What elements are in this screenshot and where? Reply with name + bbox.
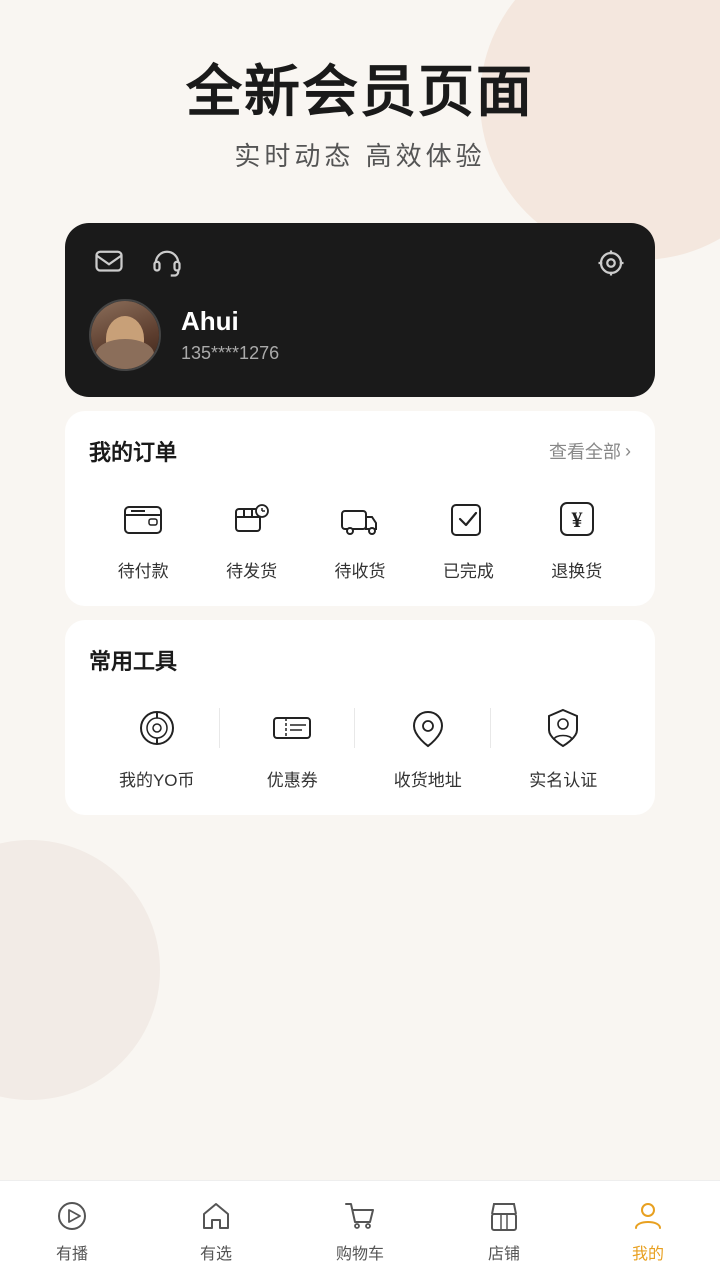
order-item-pending-ship[interactable]: 待发货 <box>207 491 297 582</box>
shield-user-icon-box <box>535 700 591 756</box>
tool-label-address: 收货地址 <box>394 766 462 791</box>
cart-icon <box>342 1198 378 1234</box>
location-icon-box <box>400 700 456 756</box>
order-icons-row: 待付款 待发货 <box>89 491 631 582</box>
profile-info: Ahui 135****1276 <box>89 299 631 371</box>
order-label-return: 退换货 <box>551 557 602 582</box>
nav-label-youxuan: 有选 <box>200 1240 232 1264</box>
order-item-return[interactable]: ¥ 退换货 <box>532 491 622 582</box>
tool-item-address[interactable]: 收货地址 <box>383 700 473 791</box>
tools-icons-row: 我的YO币 优惠券 <box>89 700 631 791</box>
wallet-icon-box <box>115 491 171 547</box>
nav-item-youxuan[interactable]: 有选 <box>166 1198 266 1264</box>
tool-label-verification: 实名认证 <box>529 766 597 791</box>
order-item-completed[interactable]: 已完成 <box>423 491 513 582</box>
nav-item-mine[interactable]: 我的 <box>598 1198 698 1264</box>
box-clock-icon-box <box>224 491 280 547</box>
order-label-pending-payment: 待付款 <box>118 557 169 582</box>
order-label-pending-ship: 待发货 <box>226 557 277 582</box>
headset-icon <box>152 248 182 278</box>
order-label-completed: 已完成 <box>443 557 494 582</box>
main-card-wrapper: Ahui 135****1276 我的订单 查看全部 › <box>65 223 655 815</box>
coin-icon-box <box>129 700 185 756</box>
profile-top-icons <box>89 243 631 283</box>
orders-title: 我的订单 <box>89 435 177 467</box>
tools-card: 常用工具 我的YO币 <box>65 620 655 815</box>
nav-label-store: 店铺 <box>488 1240 520 1264</box>
nav-label-cart: 购物车 <box>336 1240 384 1264</box>
avatar-image <box>91 301 159 369</box>
top-icons-left <box>89 243 187 283</box>
profile-text: Ahui 135****1276 <box>181 306 279 364</box>
shield-user-icon <box>541 706 585 750</box>
orders-card-header: 我的订单 查看全部 › <box>89 435 631 467</box>
hero-subtitle: 实时动态 高效体验 <box>186 136 534 173</box>
nav-label-mine: 我的 <box>632 1240 664 1264</box>
message-icon-button[interactable] <box>89 243 129 283</box>
svg-text:¥: ¥ <box>571 507 582 532</box>
user-icon <box>630 1198 666 1234</box>
truck-icon <box>338 497 382 541</box>
order-label-pending-receive: 待收货 <box>334 557 385 582</box>
tool-item-coupon[interactable]: 优惠券 <box>247 700 337 791</box>
view-all-link[interactable]: 查看全部 › <box>549 438 631 464</box>
coupon-icon <box>270 706 314 750</box>
hero-title: 全新会员页面 <box>186 60 534 124</box>
truck-icon-box <box>332 491 388 547</box>
location-icon <box>406 706 450 750</box>
scan-icon-button[interactable] <box>591 243 631 283</box>
wallet-icon <box>121 497 165 541</box>
hero-section: 全新会员页面 实时动态 高效体验 <box>186 0 534 203</box>
phone-number: 135****1276 <box>181 343 279 364</box>
coin-icon <box>135 706 179 750</box>
scan-icon <box>596 248 626 278</box>
nav-item-store[interactable]: 店铺 <box>454 1198 554 1264</box>
nav-label-youbo: 有播 <box>56 1240 88 1264</box>
tool-item-verification[interactable]: 实名认证 <box>518 700 608 791</box>
tool-label-yo-coin: 我的YO币 <box>119 766 195 791</box>
tools-title: 常用工具 <box>89 644 177 676</box>
tools-card-header: 常用工具 <box>89 644 631 676</box>
bottom-nav: 有播 有选 购物车 <box>0 1180 720 1280</box>
tool-label-coupon: 优惠券 <box>267 766 318 791</box>
check-icon-box <box>440 491 496 547</box>
profile-card: Ahui 135****1276 <box>65 223 655 397</box>
order-item-pending-receive[interactable]: 待收货 <box>315 491 405 582</box>
nav-item-cart[interactable]: 购物车 <box>310 1198 410 1264</box>
order-item-pending-payment[interactable]: 待付款 <box>98 491 188 582</box>
tool-item-yo-coin[interactable]: 我的YO币 <box>112 700 202 791</box>
play-icon <box>54 1198 90 1234</box>
coupon-icon-box <box>264 700 320 756</box>
check-icon <box>446 497 490 541</box>
username: Ahui <box>181 306 279 337</box>
yuan-icon: ¥ <box>555 497 599 541</box>
box-clock-icon <box>230 497 274 541</box>
message-icon <box>94 248 124 278</box>
store-icon <box>486 1198 522 1234</box>
orders-card: 我的订单 查看全部 › <box>65 411 655 606</box>
nav-item-youbo[interactable]: 有播 <box>22 1198 122 1264</box>
yuan-icon-box: ¥ <box>549 491 605 547</box>
avatar[interactable] <box>89 299 161 371</box>
headset-icon-button[interactable] <box>147 243 187 283</box>
home-icon <box>198 1198 234 1234</box>
